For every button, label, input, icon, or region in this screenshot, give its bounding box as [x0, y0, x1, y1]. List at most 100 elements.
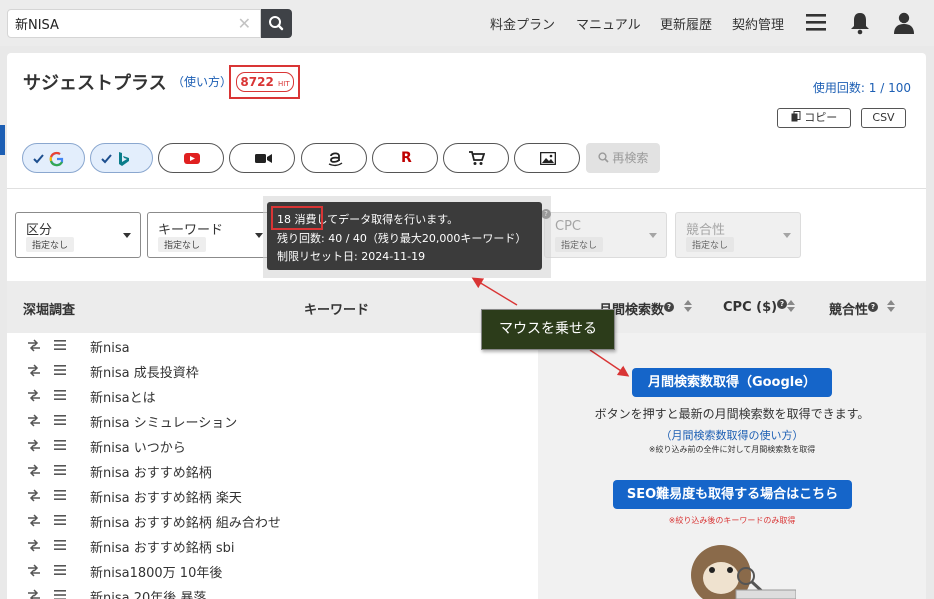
- dig-icon[interactable]: [27, 589, 41, 599]
- hit-count-badge: 8722 HIT: [236, 72, 294, 92]
- sort-icon[interactable]: [787, 299, 795, 313]
- engine-image-button[interactable]: [514, 143, 580, 173]
- table-row: 新nisa1800万 10年後: [7, 558, 538, 583]
- list-icon[interactable]: [54, 439, 66, 451]
- col-competition[interactable]: 競合性?: [829, 299, 879, 318]
- engine-google-button[interactable]: [22, 143, 85, 173]
- hit-unit: HIT: [277, 80, 290, 88]
- search-icon: [269, 16, 284, 31]
- engine-youtube-button[interactable]: [158, 143, 224, 173]
- engine-amazon-button[interactable]: [301, 143, 367, 173]
- fetch-monthly-button[interactable]: 月間検索数取得（Google）: [632, 368, 832, 397]
- side-tab-indicator[interactable]: [0, 125, 5, 155]
- competition-filter-label: 競合性: [686, 223, 726, 238]
- nav-plans[interactable]: 料金プラン: [490, 14, 555, 33]
- google-icon: [33, 151, 64, 167]
- col-keyword[interactable]: キーワード: [304, 299, 369, 318]
- youtube-icon: [184, 153, 200, 164]
- engine-bing-button[interactable]: [90, 143, 153, 173]
- search-input[interactable]: [8, 10, 228, 37]
- section-divider: [7, 188, 926, 189]
- table-row: 新nisa: [7, 333, 538, 358]
- dig-icon[interactable]: [27, 364, 41, 377]
- help-icon[interactable]: ?: [777, 299, 788, 309]
- list-icon[interactable]: [54, 514, 66, 526]
- competition-filter-dropdown[interactable]: 競合性 指定なし: [675, 212, 801, 258]
- help-icon[interactable]: ?: [868, 302, 879, 312]
- keyword-list: 新nisa 新nisa 成長投資枠 新nisaとは 新nisa シミュレーション 新ni…: [7, 333, 538, 599]
- recheck-label: 再検索: [612, 151, 649, 165]
- csv-button[interactable]: CSV: [861, 108, 906, 128]
- dig-icon[interactable]: [27, 414, 41, 427]
- image-icon: [540, 152, 556, 165]
- table-row: 新nisa いつから: [7, 433, 538, 458]
- keyword-text[interactable]: 新nisa おすすめ銘柄 楽天: [90, 487, 242, 506]
- dig-icon[interactable]: [27, 514, 41, 527]
- dig-icon[interactable]: [27, 489, 41, 502]
- recheck-button[interactable]: 再検索: [586, 143, 660, 173]
- fetch-note: ※絞り込み前の全件に対して月間検索数を取得: [648, 445, 816, 454]
- keyword-text[interactable]: 新nisa 成長投資枠: [90, 362, 199, 381]
- engine-shopping-button[interactable]: [443, 143, 509, 173]
- hover-callout: マウスを乗せる: [481, 309, 615, 350]
- list-icon[interactable]: [54, 489, 66, 501]
- category-filter-dropdown[interactable]: 区分 指定なし: [15, 212, 141, 258]
- list-icon[interactable]: [54, 589, 66, 599]
- list-icon[interactable]: [54, 414, 66, 426]
- keyword-text[interactable]: 新nisa シミュレーション: [90, 412, 237, 431]
- clear-icon[interactable]: ✕: [238, 14, 251, 33]
- keyword-text[interactable]: 新nisaとは: [90, 387, 156, 406]
- tooltip-line-1-rest: してデータ取得を行います。: [316, 213, 459, 226]
- table-row: 新nisaとは: [7, 383, 538, 408]
- help-icon[interactable]: ?: [664, 302, 675, 312]
- nav-manual[interactable]: マニュアル: [576, 14, 641, 33]
- user-icon[interactable]: [892, 11, 916, 35]
- copy-button[interactable]: コピー: [777, 108, 851, 128]
- dig-icon[interactable]: [27, 539, 41, 552]
- keyword-text[interactable]: 新nisa おすすめ銘柄: [90, 462, 212, 481]
- dig-icon[interactable]: [27, 389, 41, 402]
- consumption-highlight-box: [271, 206, 323, 230]
- amazon-icon: [328, 152, 343, 167]
- copy-label: コピー: [804, 111, 838, 124]
- table-row: 新nisa おすすめ銘柄 sbi: [7, 533, 538, 558]
- col-cpc[interactable]: CPC ($)?: [723, 299, 788, 315]
- nav-history[interactable]: 更新履歴: [660, 14, 712, 33]
- list-icon[interactable]: [54, 464, 66, 476]
- col-cpc-label: CPC ($): [723, 300, 778, 315]
- seo-difficulty-button[interactable]: SEO難易度も取得する場合はこちら: [613, 480, 852, 509]
- search-button[interactable]: [261, 9, 292, 38]
- dig-icon[interactable]: [27, 439, 41, 452]
- hamburger-menu-icon[interactable]: [805, 11, 827, 33]
- dig-icon[interactable]: [27, 564, 41, 577]
- keyword-text[interactable]: 新nisa: [90, 337, 130, 356]
- engine-video-button[interactable]: [229, 143, 295, 173]
- keyword-text[interactable]: 新nisa おすすめ銘柄 組み合わせ: [90, 512, 281, 531]
- keyword-text[interactable]: 新nisa いつから: [90, 437, 186, 456]
- list-icon[interactable]: [54, 339, 66, 351]
- list-icon[interactable]: [54, 364, 66, 376]
- list-icon[interactable]: [54, 564, 66, 576]
- fetch-howto-link[interactable]: （月間検索数取得の使い方）: [538, 427, 926, 443]
- sort-icon[interactable]: [887, 299, 895, 313]
- rakuten-icon: R: [401, 150, 412, 166]
- keyword-text[interactable]: 新nisa 20年後 暴落: [90, 587, 206, 599]
- engine-rakuten-button[interactable]: R: [372, 143, 438, 173]
- dig-icon[interactable]: [27, 339, 41, 352]
- dig-icon[interactable]: [27, 464, 41, 477]
- cpc-filter-label: CPC: [555, 219, 581, 234]
- howto-link[interactable]: （使い方）: [172, 73, 232, 90]
- keyword-text[interactable]: 新nisa1800万 10年後: [90, 562, 222, 581]
- bell-icon[interactable]: [849, 11, 871, 35]
- nav-contract[interactable]: 契約管理: [732, 14, 784, 33]
- list-icon[interactable]: [54, 389, 66, 401]
- usage-count: 使用回数: 1 / 100: [812, 81, 911, 95]
- cpc-filter-dropdown[interactable]: CPC 指定なし: [544, 212, 667, 258]
- tooltip-line-3: 制限リセット日: 2024-11-19: [277, 250, 426, 263]
- sort-icon[interactable]: [684, 299, 692, 313]
- keyword-text[interactable]: 新nisa おすすめ銘柄 sbi: [90, 537, 235, 556]
- keyword-filter-dropdown[interactable]: キーワード 指定なし: [147, 212, 273, 258]
- list-icon[interactable]: [54, 539, 66, 551]
- search-box: ✕: [7, 9, 261, 38]
- table-row: 新nisa 成長投資枠: [7, 358, 538, 383]
